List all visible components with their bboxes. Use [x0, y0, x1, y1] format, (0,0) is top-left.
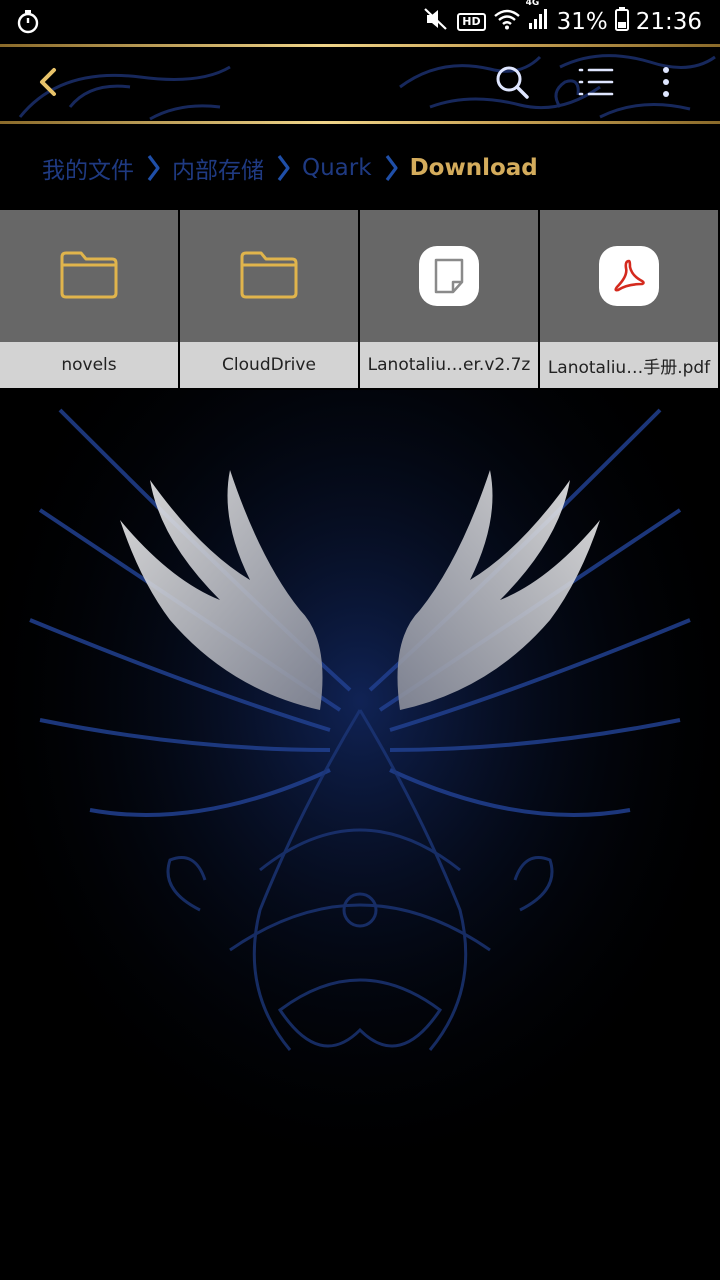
- view-mode-button[interactable]: [564, 47, 628, 121]
- file-name: novels: [0, 342, 178, 388]
- search-button[interactable]: [480, 47, 544, 121]
- folder-icon: [239, 249, 299, 303]
- network-type-label: 4G: [525, 0, 540, 8]
- breadcrumb-quark[interactable]: Quark: [302, 155, 372, 181]
- file-tile-archive[interactable]: Lanotaliu…er.v2.7z: [360, 210, 538, 388]
- chevron-right-icon: [372, 146, 410, 190]
- list-view-icon: [578, 66, 614, 102]
- file-thumbnail: [540, 210, 718, 342]
- folder-icon: [59, 249, 119, 303]
- signal-icon: 4G: [526, 0, 550, 36]
- file-name: CloudDrive: [180, 342, 358, 388]
- chevron-right-icon: [134, 146, 172, 190]
- file-grid: novels CloudDrive Lanotaliu…er.v2.7z Lan…: [0, 210, 720, 388]
- more-options-button[interactable]: [634, 47, 698, 121]
- mute-icon: [424, 7, 450, 37]
- back-button[interactable]: [16, 47, 80, 121]
- toolbar-gold-border-bottom: [0, 121, 720, 124]
- battery-percent: 31%: [556, 9, 608, 35]
- toolbar: [0, 44, 720, 124]
- wifi-icon: [493, 8, 521, 36]
- search-icon: [494, 64, 530, 104]
- wings-wallpaper: [0, 390, 720, 1280]
- hd-badge: HD: [457, 13, 486, 31]
- file-tile-pdf[interactable]: Lanotaliu…手册.pdf: [540, 210, 718, 388]
- archive-file-icon: [419, 246, 479, 306]
- status-bar: HD 4G 31% 21:36: [0, 0, 720, 44]
- clock: 21:36: [635, 9, 702, 35]
- breadcrumb-internal-storage[interactable]: 内部存储: [172, 151, 264, 185]
- file-name: Lanotaliu…手册.pdf: [540, 342, 718, 388]
- timer-icon: [16, 9, 40, 39]
- file-thumbnail: [180, 210, 358, 342]
- more-icon: [661, 66, 671, 102]
- file-tile-clouddrive[interactable]: CloudDrive: [180, 210, 358, 388]
- breadcrumb: 我的文件 内部存储 Quark Download: [42, 146, 538, 190]
- back-icon: [37, 67, 59, 101]
- battery-icon: [614, 7, 629, 37]
- pdf-file-icon: [599, 246, 659, 306]
- file-thumbnail: [360, 210, 538, 342]
- chevron-right-icon: [264, 146, 302, 190]
- file-manager-screen: HD 4G 31% 21:36 我的文件 内部存储 Quark Download…: [0, 0, 720, 1280]
- breadcrumb-download[interactable]: Download: [410, 155, 538, 181]
- file-thumbnail: [0, 210, 178, 342]
- file-name: Lanotaliu…er.v2.7z: [360, 342, 538, 388]
- breadcrumb-my-files[interactable]: 我的文件: [42, 151, 134, 185]
- file-tile-novels[interactable]: novels: [0, 210, 178, 388]
